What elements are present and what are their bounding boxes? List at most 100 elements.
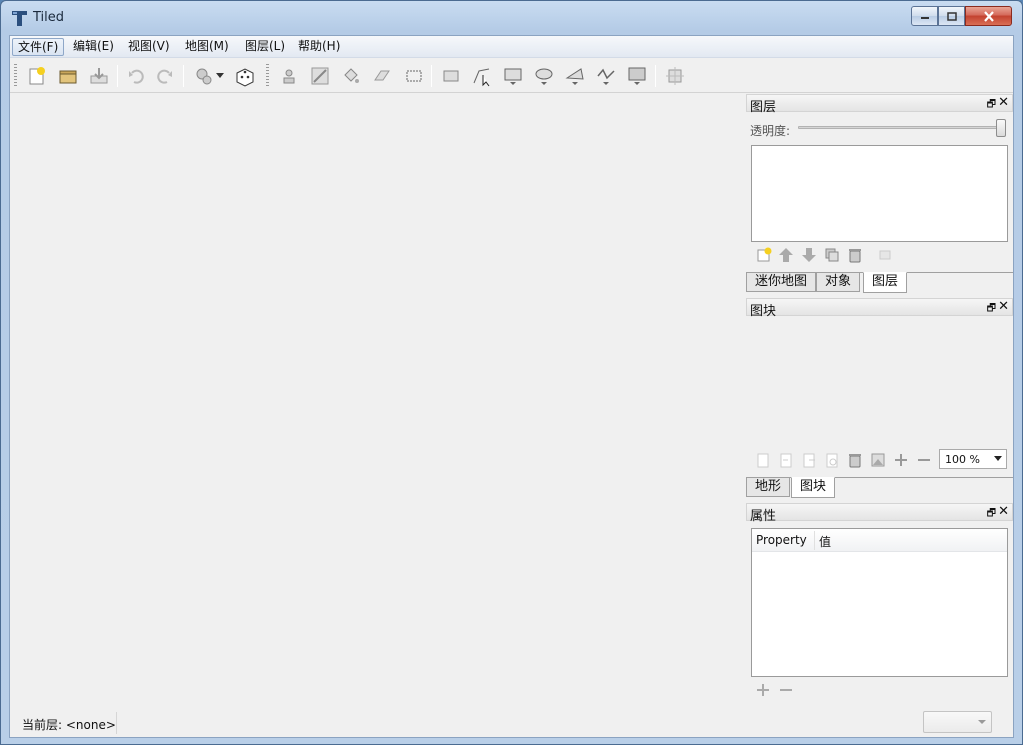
insert-ellipse-button[interactable] bbox=[533, 65, 555, 87]
layers-panel-header: 图层 🗗 ✕ bbox=[746, 94, 1013, 115]
insert-tile-button[interactable] bbox=[626, 65, 648, 87]
zoom-value: 100 % bbox=[945, 453, 980, 466]
save-icon bbox=[90, 68, 108, 84]
window-title: Tiled bbox=[33, 10, 65, 25]
properties-panel-title: 属性 bbox=[750, 509, 777, 524]
stamp-brush-button[interactable] bbox=[278, 65, 300, 87]
menu-help[interactable]: 帮助(H) bbox=[293, 38, 345, 56]
opacity-slider-handle[interactable] bbox=[996, 119, 1006, 137]
undo-icon bbox=[129, 69, 144, 84]
select-objects-icon bbox=[443, 70, 459, 82]
title-bar[interactable]: Tiled bbox=[1, 1, 1022, 35]
tileset-panel-header: 图块 🗗 ✕ bbox=[746, 298, 1013, 319]
open-button[interactable] bbox=[57, 65, 79, 87]
close-panel-icon[interactable]: ✕ bbox=[998, 299, 1009, 314]
column-value[interactable]: 值 bbox=[819, 533, 831, 550]
stamp-brush-icon bbox=[283, 69, 295, 84]
new-map-button[interactable] bbox=[26, 65, 48, 87]
redo-icon bbox=[157, 69, 172, 84]
lower-layer-button[interactable] bbox=[800, 246, 818, 264]
close-button[interactable] bbox=[965, 6, 1012, 26]
tileset-image-button[interactable] bbox=[869, 451, 887, 469]
world-icon bbox=[666, 67, 684, 85]
raise-layer-button[interactable] bbox=[777, 246, 795, 264]
arrow-down-icon bbox=[802, 248, 816, 262]
new-layer-icon bbox=[757, 247, 772, 262]
random-mode-button[interactable] bbox=[234, 65, 256, 87]
bucket-fill-button[interactable] bbox=[340, 65, 362, 87]
delete-layer-button[interactable] bbox=[846, 246, 864, 264]
menu-map[interactable]: 地图(M) bbox=[180, 38, 234, 56]
properties-table[interactable]: Property 值 bbox=[751, 528, 1008, 677]
insert-ellipse-icon bbox=[535, 68, 553, 85]
remove-tileset-button[interactable] bbox=[846, 451, 864, 469]
arrow-up-icon bbox=[779, 248, 793, 262]
insert-polyline-button[interactable] bbox=[595, 65, 617, 87]
tab-tileset[interactable]: 图块 bbox=[791, 477, 836, 498]
status-combo[interactable] bbox=[923, 711, 992, 733]
toolbar-separator bbox=[183, 65, 184, 87]
tab-terrain[interactable]: 地形 bbox=[746, 478, 791, 497]
export-tileset-button[interactable] bbox=[800, 451, 818, 469]
menu-view[interactable]: 视图(V) bbox=[123, 38, 175, 56]
add-property-button[interactable] bbox=[754, 681, 772, 699]
eraser-icon bbox=[374, 70, 390, 81]
opacity-slider-track[interactable] bbox=[798, 126, 1003, 129]
float-icon[interactable]: 🗗 bbox=[987, 301, 996, 318]
select-objects-button[interactable] bbox=[440, 65, 462, 87]
insert-polyline-icon bbox=[597, 68, 615, 85]
terrain-brush-button[interactable] bbox=[309, 65, 331, 87]
float-icon[interactable]: 🗗 bbox=[987, 506, 996, 523]
toolbar-grip[interactable] bbox=[14, 64, 17, 88]
edit-polygons-button[interactable] bbox=[471, 65, 493, 87]
zoom-out-button[interactable] bbox=[915, 451, 933, 469]
maximize-button[interactable] bbox=[938, 6, 965, 26]
rect-select-icon bbox=[406, 70, 422, 82]
add-layer-button[interactable] bbox=[755, 246, 773, 264]
minus-icon bbox=[918, 459, 930, 461]
commands-button[interactable] bbox=[193, 65, 215, 87]
menu-edit[interactable]: 编辑(E) bbox=[68, 38, 119, 56]
new-tileset-button[interactable] bbox=[754, 451, 772, 469]
layers-list[interactable] bbox=[751, 145, 1008, 242]
eraser-button[interactable] bbox=[371, 65, 393, 87]
main-area: 文件(F) 编辑(E) 视图(V) 地图(M) 图层(L) 帮助(H) 图层 🗗… bbox=[9, 35, 1014, 738]
minimize-button[interactable] bbox=[911, 6, 938, 26]
redo-button[interactable] bbox=[154, 65, 176, 87]
mid-dock-tabs: 地形 图块 bbox=[746, 477, 1013, 498]
open-icon bbox=[59, 70, 77, 84]
menu-layer[interactable]: 图层(L) bbox=[240, 38, 290, 56]
layer-properties-button[interactable] bbox=[876, 246, 894, 264]
remove-property-button[interactable] bbox=[777, 681, 795, 699]
insert-rectangle-button[interactable] bbox=[502, 65, 524, 87]
insert-rectangle-icon bbox=[504, 68, 522, 85]
tab-minimap[interactable]: 迷你地图 bbox=[746, 273, 817, 292]
save-button[interactable] bbox=[88, 65, 110, 87]
float-icon[interactable]: 🗗 bbox=[987, 97, 996, 114]
rect-select-button[interactable] bbox=[403, 65, 425, 87]
duplicate-layer-button[interactable] bbox=[823, 246, 841, 264]
new-tileset-icon bbox=[757, 453, 769, 468]
plus-icon bbox=[895, 454, 907, 466]
zoom-in-button[interactable] bbox=[892, 451, 910, 469]
duplicate-icon bbox=[825, 248, 839, 262]
undo-button[interactable] bbox=[125, 65, 147, 87]
tab-layers[interactable]: 图层 bbox=[863, 272, 908, 293]
edit-tileset-button[interactable] bbox=[823, 451, 841, 469]
map-canvas[interactable] bbox=[12, 94, 744, 709]
close-panel-icon[interactable]: ✕ bbox=[998, 95, 1009, 110]
image-icon bbox=[871, 453, 885, 467]
toolbar-grip[interactable] bbox=[266, 64, 269, 88]
menu-file[interactable]: 文件(F) bbox=[12, 38, 65, 56]
chevron-down-icon bbox=[978, 720, 986, 724]
column-property[interactable]: Property bbox=[756, 533, 807, 547]
bucket-fill-icon bbox=[344, 68, 359, 83]
zoom-select[interactable]: 100 % bbox=[939, 449, 1007, 469]
world-tool-button[interactable] bbox=[664, 65, 686, 87]
close-panel-icon[interactable]: ✕ bbox=[998, 504, 1009, 519]
import-tileset-button[interactable] bbox=[777, 451, 795, 469]
new-map-icon bbox=[29, 67, 45, 85]
commands-dropdown[interactable] bbox=[214, 65, 226, 87]
tab-objects[interactable]: 对象 bbox=[816, 273, 861, 292]
insert-polygon-button[interactable] bbox=[564, 65, 586, 87]
